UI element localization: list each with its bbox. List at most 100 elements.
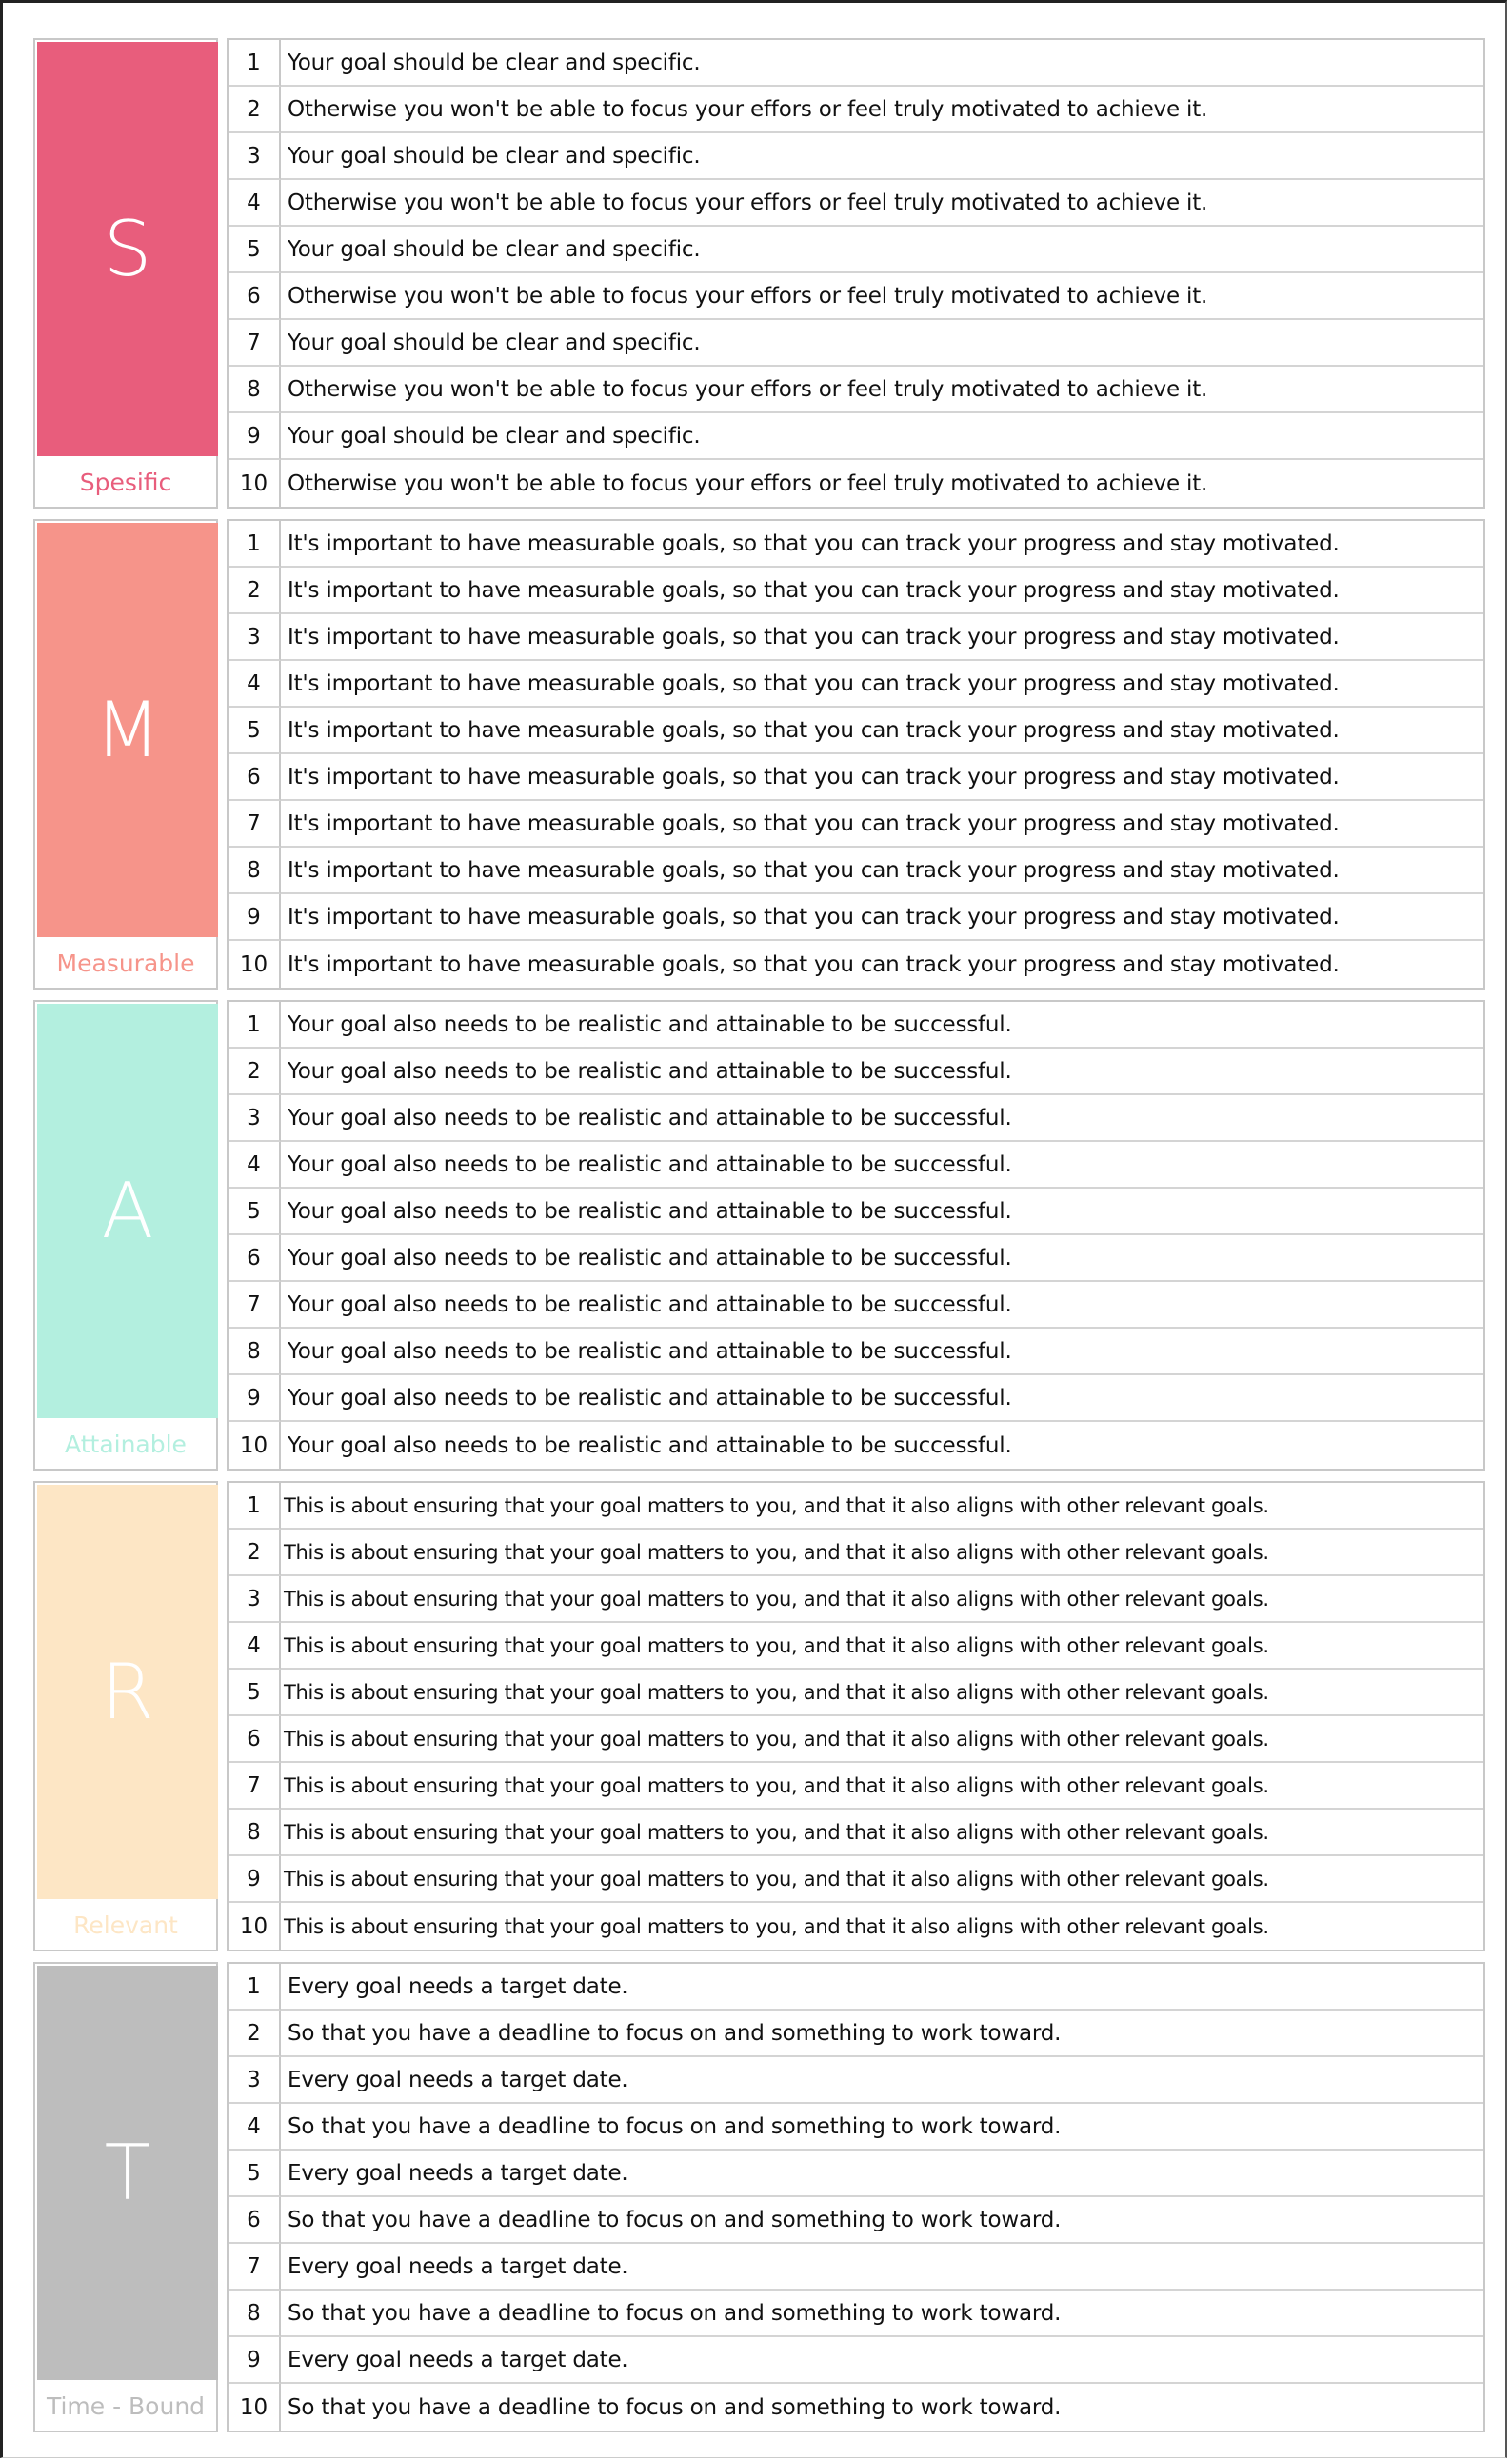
row-text[interactable]: Your goal should be clear and specific. — [281, 413, 1483, 460]
row-text[interactable]: Every goal needs a target date. — [281, 1964, 1483, 2011]
goal-table: 1 Your goal should be clear and specific.… — [227, 38, 1485, 509]
row-text[interactable]: Your goal also needs to be realistic and… — [281, 1235, 1483, 1282]
section-letter: A — [101, 1166, 154, 1255]
row-number: 5 — [229, 2151, 281, 2197]
row-text[interactable]: This is about ensuring that your goal ma… — [281, 1903, 1483, 1950]
row-number: 6 — [229, 273, 281, 320]
row-text[interactable]: Your goal also needs to be realistic and… — [281, 1375, 1483, 1422]
row-number: 7 — [229, 1763, 281, 1810]
row-text[interactable]: Otherwise you won't be able to focus you… — [281, 367, 1483, 413]
row-number: 10 — [229, 2384, 281, 2431]
row-text[interactable]: Otherwise you won't be able to focus you… — [281, 273, 1483, 320]
table-row: 7 Every goal needs a target date. — [229, 2244, 1483, 2291]
row-text[interactable]: Otherwise you won't be able to focus you… — [281, 460, 1483, 507]
row-text[interactable]: Your goal also needs to be realistic and… — [281, 1142, 1483, 1189]
table-row: 6 Your goal also needs to be realistic an… — [229, 1235, 1483, 1282]
row-text[interactable]: Your goal also needs to be realistic and… — [281, 1282, 1483, 1329]
row-text[interactable]: This is about ensuring that your goal ma… — [281, 1716, 1483, 1763]
row-text[interactable]: It's important to have measurable goals,… — [281, 941, 1483, 988]
row-text[interactable]: It's important to have measurable goals,… — [281, 614, 1483, 661]
row-text[interactable]: Every goal needs a target date. — [281, 2057, 1483, 2104]
row-text[interactable]: Your goal should be clear and specific. — [281, 40, 1483, 87]
table-row: 6 So that you have a deadline to focus on… — [229, 2197, 1483, 2244]
row-text[interactable]: Your goal should be clear and specific. — [281, 227, 1483, 273]
letter-block: S — [37, 42, 218, 456]
table-row: 4 So that you have a deadline to focus on… — [229, 2104, 1483, 2151]
row-text[interactable]: This is about ensuring that your goal ma… — [281, 1530, 1483, 1576]
table-row: 9 This is about ensuring that your goal m… — [229, 1856, 1483, 1903]
section-word: Time - Bound — [46, 2392, 206, 2420]
letter-block: M — [37, 523, 218, 937]
table-row: 4 Your goal also needs to be realistic an… — [229, 1142, 1483, 1189]
row-text[interactable]: Otherwise you won't be able to focus you… — [281, 180, 1483, 227]
row-number: 3 — [229, 1576, 281, 1623]
section-letter: M — [94, 685, 161, 774]
row-text[interactable]: This is about ensuring that your goal ma… — [281, 1576, 1483, 1623]
table-row: 5 Your goal also needs to be realistic an… — [229, 1189, 1483, 1235]
table-row: 1 Your goal also needs to be realistic an… — [229, 1002, 1483, 1049]
table-row: 8 This is about ensuring that your goal m… — [229, 1810, 1483, 1856]
row-text[interactable]: It's important to have measurable goals,… — [281, 754, 1483, 801]
row-text[interactable]: It's important to have measurable goals,… — [281, 661, 1483, 708]
row-text[interactable]: Your goal should be clear and specific. — [281, 320, 1483, 367]
row-number: 2 — [229, 2011, 281, 2057]
row-number: 3 — [229, 2057, 281, 2104]
goal-table: 1 This is about ensuring that your goal m… — [227, 1481, 1485, 1951]
row-text[interactable]: It's important to have measurable goals,… — [281, 848, 1483, 894]
table-row: 7 This is about ensuring that your goal m… — [229, 1763, 1483, 1810]
goal-table: 1 Every goal needs a target date. 2 So that… — [227, 1962, 1485, 2432]
row-text[interactable]: This is about ensuring that your goal ma… — [281, 1483, 1483, 1530]
table-row: 2 Otherwise you won't be able to focus yo… — [229, 87, 1483, 133]
row-text[interactable]: Your goal also needs to be realistic and… — [281, 1049, 1483, 1095]
row-text[interactable]: It's important to have measurable goals,… — [281, 708, 1483, 754]
row-number: 5 — [229, 708, 281, 754]
row-text[interactable]: Your goal should be clear and specific. — [281, 133, 1483, 180]
section-measurable: M Measurable 1 It's important to have mea… — [33, 519, 1485, 990]
row-number: 3 — [229, 614, 281, 661]
row-text[interactable]: It's important to have measurable goals,… — [281, 568, 1483, 614]
table-row: 6 This is about ensuring that your goal m… — [229, 1716, 1483, 1763]
table-row: 9 It's important to have measurable goals… — [229, 894, 1483, 941]
table-row: 8 Otherwise you won't be able to focus yo… — [229, 367, 1483, 413]
row-text[interactable]: So that you have a deadline to focus on … — [281, 2197, 1483, 2244]
row-text[interactable]: It's important to have measurable goals,… — [281, 801, 1483, 848]
table-row: 2 Your goal also needs to be realistic an… — [229, 1049, 1483, 1095]
row-text[interactable]: Your goal also needs to be realistic and… — [281, 1422, 1483, 1469]
row-number: 7 — [229, 801, 281, 848]
row-number: 1 — [229, 1002, 281, 1049]
row-text[interactable]: It's important to have measurable goals,… — [281, 521, 1483, 568]
row-number: 9 — [229, 2337, 281, 2384]
letter-card: S Spesific — [33, 38, 218, 509]
row-number: 6 — [229, 1716, 281, 1763]
row-text[interactable]: Your goal also needs to be realistic and… — [281, 1329, 1483, 1375]
table-row: 8 So that you have a deadline to focus on… — [229, 2291, 1483, 2337]
row-text[interactable]: This is about ensuring that your goal ma… — [281, 1623, 1483, 1670]
row-text[interactable]: This is about ensuring that your goal ma… — [281, 1810, 1483, 1856]
goal-table: 1 Your goal also needs to be realistic an… — [227, 1000, 1485, 1471]
row-text[interactable]: Otherwise you won't be able to focus you… — [281, 87, 1483, 133]
row-text[interactable]: It's important to have measurable goals,… — [281, 894, 1483, 941]
row-text[interactable]: This is about ensuring that your goal ma… — [281, 1856, 1483, 1903]
row-text[interactable]: So that you have a deadline to focus on … — [281, 2291, 1483, 2337]
row-number: 8 — [229, 1810, 281, 1856]
row-text[interactable]: Every goal needs a target date. — [281, 2244, 1483, 2291]
row-text[interactable]: So that you have a deadline to focus on … — [281, 2011, 1483, 2057]
goal-table: 1 It's important to have measurable goals… — [227, 519, 1485, 990]
row-number: 6 — [229, 754, 281, 801]
row-number: 10 — [229, 1422, 281, 1469]
row-text[interactable]: Your goal also needs to be realistic and… — [281, 1189, 1483, 1235]
row-text[interactable]: So that you have a deadline to focus on … — [281, 2104, 1483, 2151]
row-number: 5 — [229, 1670, 281, 1716]
row-text[interactable]: Your goal also needs to be realistic and… — [281, 1002, 1483, 1049]
table-row: 1 Every goal needs a target date. — [229, 1964, 1483, 2011]
row-text[interactable]: This is about ensuring that your goal ma… — [281, 1763, 1483, 1810]
row-text[interactable]: Every goal needs a target date. — [281, 2151, 1483, 2197]
row-text[interactable]: So that you have a deadline to focus on … — [281, 2384, 1483, 2431]
section-letter: T — [104, 2128, 151, 2217]
row-number: 5 — [229, 227, 281, 273]
row-text[interactable]: This is about ensuring that your goal ma… — [281, 1670, 1483, 1716]
row-number: 1 — [229, 40, 281, 87]
row-text[interactable]: Every goal needs a target date. — [281, 2337, 1483, 2384]
row-text[interactable]: Your goal also needs to be realistic and… — [281, 1095, 1483, 1142]
letter-block: T — [37, 1966, 218, 2380]
